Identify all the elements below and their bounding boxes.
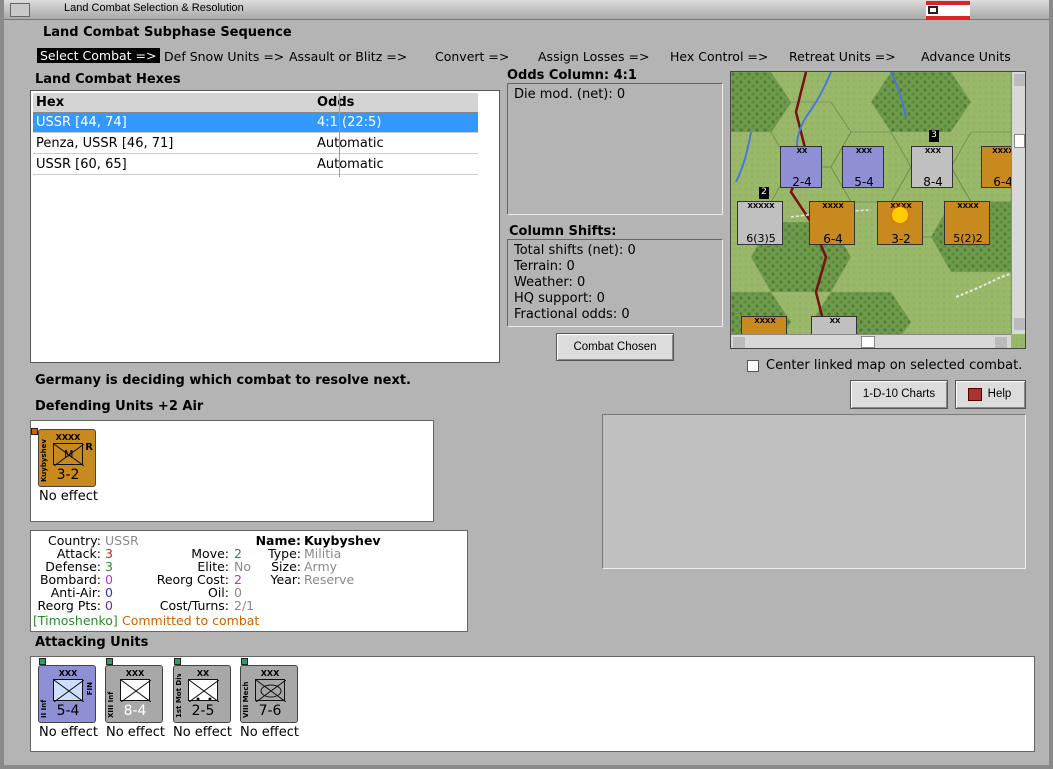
- scroll-up-icon[interactable]: [1014, 74, 1025, 86]
- step-def-snow-units[interactable]: Def Snow Units =>: [164, 49, 284, 64]
- attacking-unit-counter[interactable]: XXX XIII Inf 8-4: [105, 665, 163, 723]
- map-horizontal-scrollbar[interactable]: [731, 334, 1011, 348]
- combat-window: Land Combat Selection & Resolution Land …: [0, 0, 1053, 769]
- scroll-down-icon[interactable]: [1014, 318, 1025, 330]
- unit-marker: [39, 658, 46, 665]
- linked-map[interactable]: XX 2-4 XXX 5-4 XXX 8-4 XXXX 6-4 XXXXX 6(…: [730, 71, 1026, 349]
- table-row[interactable]: USSR [44, 74] 4:1 (22:5): [33, 113, 478, 133]
- step-advance-units[interactable]: Advance Units: [921, 49, 1011, 64]
- infantry-symbol-icon: [120, 679, 151, 702]
- map-counter[interactable]: XXXX 5(2)2: [944, 201, 990, 245]
- unit-marker: [174, 658, 181, 665]
- stack-count: 3: [929, 130, 939, 142]
- map-counter[interactable]: XXXX 6-4: [809, 201, 855, 246]
- infantry-symbol-icon: [53, 679, 84, 702]
- stack-count: 2: [759, 187, 769, 199]
- german-flag-icon: [926, 1, 970, 20]
- attacking-title: Attacking Units: [35, 635, 149, 650]
- scroll-thumb[interactable]: [1014, 134, 1025, 148]
- odds-box: Die mod. (net): 0: [507, 83, 723, 215]
- unit-marker: [31, 428, 38, 435]
- cell-odds: Automatic: [317, 136, 384, 151]
- shift-hq: HQ support: 0: [514, 291, 605, 306]
- attacking-unit-counter[interactable]: XX 1st Mot Div 2-5: [173, 665, 231, 723]
- cell-hex: Penza, USSR [46, 71]: [36, 136, 174, 151]
- combat-explosion-icon: [892, 207, 908, 223]
- map-counter[interactable]: XX 2-4: [780, 146, 822, 189]
- attacking-unit-effect: No effect: [240, 725, 300, 740]
- odds-title: Odds Column: 4:1: [507, 68, 637, 83]
- column-divider: [339, 93, 340, 177]
- map-counter[interactable]: XXX 8-4: [911, 146, 953, 189]
- map-counter-selected[interactable]: XXXX 3-2: [877, 201, 923, 246]
- scroll-right-icon[interactable]: [995, 337, 1007, 348]
- defending-unit-effect: No effect: [39, 489, 99, 504]
- shift-terrain: Terrain: 0: [514, 259, 575, 274]
- unit-year: Reserve: [304, 572, 355, 587]
- attacking-unit-effect: No effect: [39, 725, 99, 740]
- help-button[interactable]: Help: [955, 380, 1026, 409]
- help-label: Help: [987, 388, 1012, 400]
- unit-cost-turns: 2/1: [234, 598, 255, 613]
- shifts-title: Column Shifts:: [509, 224, 617, 239]
- center-map-label: Center linked map on selected combat.: [766, 358, 1023, 373]
- column-hex[interactable]: Hex: [36, 95, 64, 110]
- attacking-unit-counter[interactable]: XXX II Inf FIN 5-4: [38, 665, 96, 723]
- subphase-steps: Select Combat => Def Snow Units => Assau…: [37, 46, 1033, 66]
- scroll-thumb[interactable]: [861, 336, 875, 348]
- unit-status: Committed to combat: [122, 613, 260, 628]
- shift-weather: Weather: 0: [514, 275, 586, 290]
- map-vertical-scrollbar[interactable]: [1011, 72, 1025, 334]
- step-retreat-units[interactable]: Retreat Units =>: [789, 49, 896, 64]
- table-header: Hex Odds: [33, 93, 478, 113]
- help-book-icon: [968, 388, 982, 401]
- column-odds[interactable]: Odds: [317, 95, 354, 110]
- status-message: Germany is deciding which combat to reso…: [35, 373, 411, 388]
- system-menu-icon[interactable]: [10, 3, 30, 17]
- hexes-title: Land Combat Hexes: [35, 72, 181, 87]
- motorized-infantry-symbol-icon: [188, 679, 219, 702]
- map-counter[interactable]: XXX 5-4: [842, 146, 884, 189]
- step-convert[interactable]: Convert =>: [435, 49, 509, 64]
- combat-chosen-button[interactable]: Combat Chosen: [556, 333, 674, 361]
- cell-odds: 4:1 (22:5): [317, 115, 382, 130]
- attacking-unit-effect: No effect: [106, 725, 166, 740]
- die-mod: Die mod. (net): 0: [514, 87, 626, 102]
- combat-result-panel: [602, 414, 1026, 569]
- attacking-unit-effect: No effect: [173, 725, 233, 740]
- cell-odds: Automatic: [317, 157, 384, 172]
- step-assault-or-blitz[interactable]: Assault or Blitz =>: [289, 49, 407, 64]
- unit-marker: [106, 658, 113, 665]
- unit-info-panel: Country: USSR Attack: 3 Defense: 3 Bomba…: [30, 530, 468, 632]
- unit-marker: [241, 658, 248, 665]
- step-hex-control[interactable]: Hex Control =>: [670, 49, 768, 64]
- table-row[interactable]: USSR [60, 65] Automatic: [33, 155, 478, 175]
- unit-commander: [Timoshenko]: [33, 613, 118, 628]
- step-assign-losses[interactable]: Assign Losses =>: [538, 49, 649, 64]
- table-row[interactable]: Penza, USSR [46, 71] Automatic: [33, 134, 478, 154]
- cell-hex: USSR [44, 74]: [36, 115, 127, 130]
- title-bar: Land Combat Selection & Resolution: [4, 0, 1049, 20]
- cell-hex: USSR [60, 65]: [36, 157, 127, 172]
- charts-button[interactable]: 1-D-10 Charts: [850, 380, 948, 409]
- mechanized-symbol-icon: [255, 679, 286, 702]
- window-title: Land Combat Selection & Resolution: [64, 2, 244, 14]
- defending-title: Defending Units +2 Air: [35, 399, 204, 414]
- subphase-title: Land Combat Subphase Sequence: [43, 25, 292, 40]
- center-map-checkbox[interactable]: [747, 360, 759, 372]
- defending-unit-counter[interactable]: XXXX Kuybyshev R M 3-2: [38, 429, 96, 487]
- shift-fractional: Fractional odds: 0: [514, 307, 630, 322]
- attacking-unit-counter[interactable]: XXX VIII Mech 7-6: [240, 665, 298, 723]
- map-counter[interactable]: XXXXX 6(3)5: [737, 201, 783, 245]
- militia-symbol-icon: M: [53, 443, 84, 466]
- shifts-box: Total shifts (net): 0 Terrain: 0 Weather…: [507, 239, 723, 327]
- unit-reorg-pts: 0: [105, 598, 113, 613]
- combat-hexes-table: Hex Odds USSR [44, 74] 4:1 (22:5) Penza,…: [30, 90, 500, 363]
- step-select-combat[interactable]: Select Combat =>: [37, 48, 160, 63]
- shift-total: Total shifts (net): 0: [514, 243, 636, 258]
- scroll-left-icon[interactable]: [733, 337, 745, 348]
